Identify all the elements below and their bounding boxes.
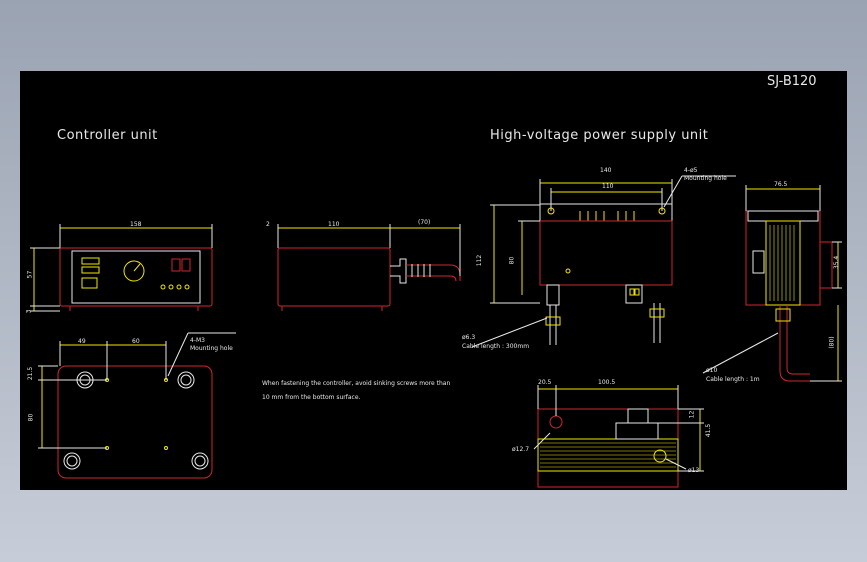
fastening-note-line1: When fastening the controller, avoid sin…: [262, 380, 451, 387]
dim-bottom-c: 21.5: [27, 366, 35, 381]
dim-hv-top-dia-b: ø13: [688, 467, 700, 474]
dim-hv-height: 112: [476, 254, 484, 267]
dim-hv-top-c: 12: [688, 410, 696, 419]
hv-side-cable-length: Cable length : 1m: [706, 376, 760, 383]
dim-hv-width: 140: [600, 167, 612, 174]
hv-cable-length: Cable length : 300mm: [462, 343, 530, 350]
hv-mounting-hole-note: Mounting hole: [684, 175, 727, 182]
mounting-hole-note: Mounting hole: [190, 345, 233, 352]
dim-controller-depth: 110: [328, 221, 340, 228]
controller-bottom-view: [38, 332, 236, 479]
dim-controller-offset: 2: [266, 221, 270, 228]
dim-hv-cable-extra: (80): [828, 336, 836, 349]
dim-hv-top-d: 41.5: [705, 423, 713, 438]
controller-side-view: [277, 224, 461, 311]
dim-controller-base: 3: [25, 309, 33, 314]
hv-mounting-holes-label: 4-ø5: [684, 167, 698, 174]
dim-hv-side-height: 35.4: [833, 255, 841, 270]
dim-hv-hole-pitch: 80: [508, 256, 516, 265]
dim-controller-height: 57: [26, 270, 34, 279]
drawing-id: SJ-B120: [767, 74, 817, 89]
fastening-note-line2: 10 mm from the bottom surface.: [262, 394, 361, 401]
dim-hv-top-b: 100.5: [598, 379, 616, 386]
dim-controller-cable: (70): [418, 219, 431, 226]
dim-hv-side-depth: 76.5: [774, 181, 788, 188]
dim-bottom-b: 60: [132, 338, 140, 345]
dim-hv-pitch: 110: [602, 183, 614, 190]
dim-bottom-d: 80: [27, 413, 35, 422]
hv-side-cable-diameter: ø10: [706, 367, 718, 374]
hv-top-view: [533, 385, 704, 488]
dim-controller-width: 158: [130, 221, 142, 228]
controller-title: Controller unit: [57, 128, 158, 143]
dim-bottom-a: 49: [78, 338, 86, 345]
hv-supply-title: High-voltage power supply unit: [490, 128, 709, 143]
dim-hv-top-dia-a: ø12.7: [512, 446, 530, 453]
hv-cable-diameter: ø6.3: [462, 334, 476, 341]
cad-drawing-canvas: SJ-B120 Controller unit High-voltage pow…: [20, 71, 847, 490]
controller-front-view: [30, 224, 213, 312]
mounting-holes-label: 4-M3: [190, 337, 205, 344]
hv-side-view: [702, 185, 842, 382]
dim-hv-top-a: 20.5: [538, 379, 552, 386]
